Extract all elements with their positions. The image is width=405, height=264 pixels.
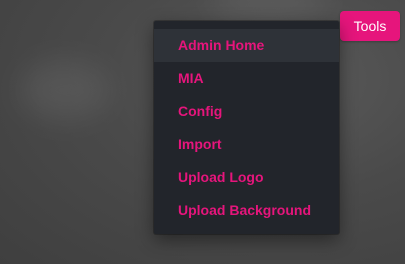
menu-item-admin-home[interactable]: Admin Home: [154, 29, 339, 62]
tools-button[interactable]: Tools: [340, 11, 400, 41]
menu-item-import[interactable]: Import: [154, 128, 339, 161]
tools-dropdown-menu: Admin Home MIA Config Import Upload Logo…: [154, 21, 339, 234]
menu-item-mia[interactable]: MIA: [154, 62, 339, 95]
background-shape: [20, 60, 110, 120]
menu-item-upload-logo[interactable]: Upload Logo: [154, 161, 339, 194]
menu-item-config[interactable]: Config: [154, 95, 339, 128]
menu-item-upload-background[interactable]: Upload Background: [154, 194, 339, 227]
background-shape: [210, 0, 330, 20]
